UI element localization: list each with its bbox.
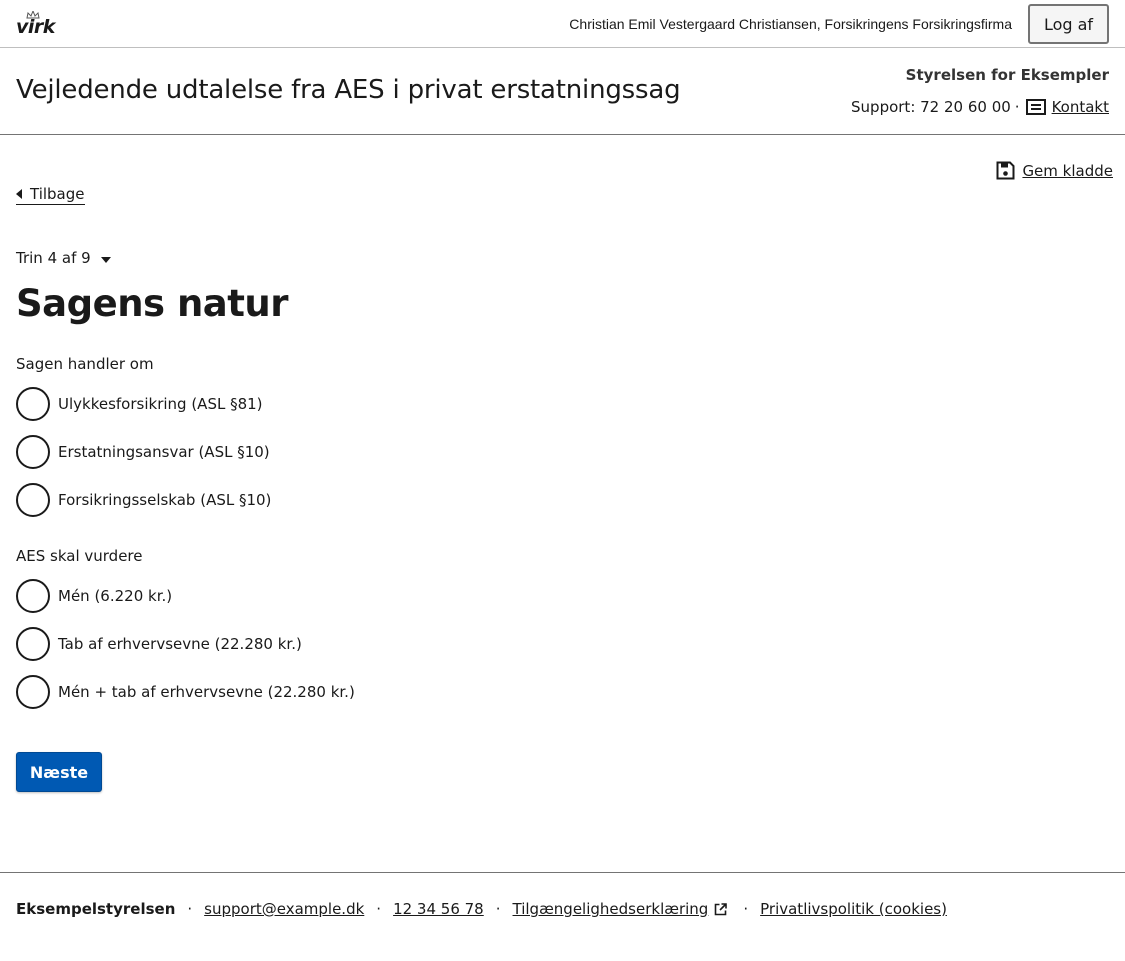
page-header: Vejledende udtalelse fra AES i privat er… (0, 48, 1125, 135)
footer-separator: · (743, 900, 749, 918)
group-legend-case-topic: Sagen handler om (16, 355, 154, 373)
back-caret-icon (16, 189, 22, 199)
radio-button[interactable] (16, 387, 50, 421)
user-name: Christian Emil Vestergaard Christiansen,… (569, 16, 1012, 32)
radio-option[interactable]: Ulykkesforsikring (ASL §81) (16, 387, 263, 421)
section-title: Sagens natur (16, 282, 289, 325)
step-indicator[interactable]: Trin 4 af 9 (16, 249, 111, 267)
save-draft-label: Gem kladde (1022, 161, 1113, 180)
radio-option[interactable]: Erstatningsansvar (ASL §10) (16, 435, 270, 469)
back-label: Tilbage (30, 185, 85, 203)
top-bar: virk Christian Emil Vestergaard Christia… (0, 0, 1125, 48)
radio-option[interactable]: Tab af erhvervsevne (22.280 kr.) (16, 627, 302, 661)
contact-card-icon (1025, 99, 1046, 115)
authority-name: Styrelsen for Eksempler (905, 66, 1109, 84)
radio-option[interactable]: Forsikringsselskab (ASL §10) (16, 483, 271, 517)
group-legend-assessment: AES skal vurdere (16, 547, 143, 565)
radio-option[interactable]: Mén + tab af erhvervsevne (22.280 kr.) (16, 675, 355, 709)
footer-separator: · (495, 900, 501, 918)
support-phone: Support: 72 20 60 00 (851, 98, 1011, 116)
next-button[interactable]: Næste (16, 752, 102, 792)
radio-button[interactable] (16, 483, 50, 517)
logo-text: virk (16, 16, 55, 38)
save-draft-button[interactable]: Gem kladde (996, 161, 1113, 180)
radio-button[interactable] (16, 435, 50, 469)
step-label: Trin 4 af 9 (16, 249, 91, 267)
footer-email-link[interactable]: support@example.dk (204, 900, 364, 918)
radio-option[interactable]: Mén (6.220 kr.) (16, 579, 172, 613)
footer-accessibility-link[interactable]: Tilgængelighedserklæring (513, 900, 709, 918)
radio-label[interactable]: Ulykkesforsikring (ASL §81) (58, 395, 263, 413)
support-line: Support: 72 20 60 00 · Kontakt (851, 98, 1109, 116)
virk-logo[interactable]: virk (16, 11, 56, 39)
footer-phone-link[interactable]: 12 34 56 78 (393, 900, 484, 918)
radio-label[interactable]: Mén (6.220 kr.) (58, 587, 172, 605)
footer-links: Eksempelstyrelsen · support@example.dk ·… (16, 900, 947, 918)
page-title: Vejledende udtalelse fra AES i privat er… (16, 75, 681, 105)
footer-separator: · (376, 900, 382, 918)
radio-button[interactable] (16, 627, 50, 661)
footer-separator: · (187, 900, 193, 918)
radio-label[interactable]: Erstatningsansvar (ASL §10) (58, 443, 270, 461)
dropdown-caret-icon (100, 256, 111, 263)
contact-link[interactable]: Kontakt (1052, 98, 1109, 116)
radio-label[interactable]: Tab af erhvervsevne (22.280 kr.) (58, 635, 302, 653)
back-link[interactable]: Tilbage (16, 185, 85, 205)
support-separator: · (1014, 98, 1020, 116)
footer-org: Eksempelstyrelsen (16, 900, 176, 918)
external-link-icon (715, 902, 728, 915)
radio-label[interactable]: Mén + tab af erhvervsevne (22.280 kr.) (58, 683, 355, 701)
radio-label[interactable]: Forsikringsselskab (ASL §10) (58, 491, 271, 509)
logout-button[interactable]: Log af (1028, 4, 1109, 44)
radio-button[interactable] (16, 675, 50, 709)
save-disk-icon (996, 161, 1015, 180)
radio-button[interactable] (16, 579, 50, 613)
footer: Eksempelstyrelsen · support@example.dk ·… (0, 872, 1125, 961)
footer-privacy-link[interactable]: Privatlivspolitik (cookies) (760, 900, 947, 918)
